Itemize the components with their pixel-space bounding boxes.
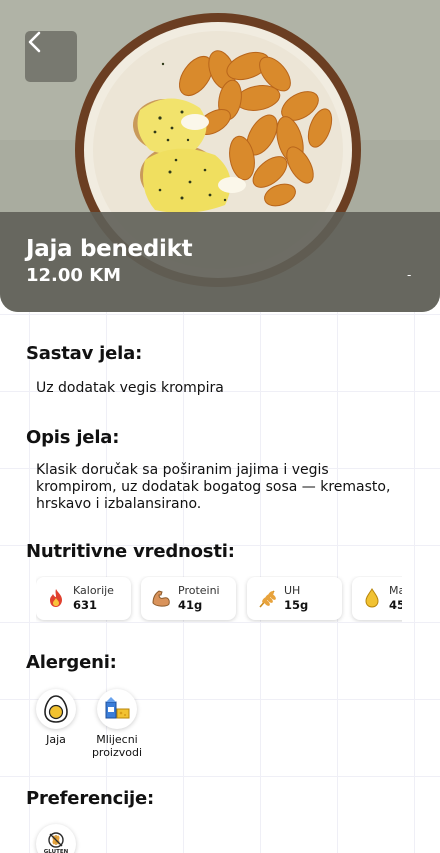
nutrition-label: Proteini — [178, 584, 220, 597]
description-title: Opis jela: — [26, 427, 120, 448]
allergen-label: Jaja — [46, 733, 66, 746]
nutrition-card-carbs: UH 15g — [247, 577, 342, 620]
hero-image: Jaja benedikt 12.00 KM - — [0, 0, 440, 312]
nutrition-card-fat: Ma 45 — [352, 577, 402, 620]
preferences-title: Preferencije: — [26, 788, 155, 809]
nutrition-value: 45 — [389, 598, 402, 612]
allergen-dairy — [97, 689, 137, 729]
egg-icon — [44, 695, 68, 723]
description-text: Klasik doručak sa poširanim jajima i veg… — [36, 462, 391, 512]
dish-price: 12.00 KM — [26, 265, 122, 286]
nutrition-label: Ma — [389, 584, 402, 597]
ingredients-text: Uz dodatak vegis krompira — [36, 380, 224, 396]
nutrition-title: Nutritivne vrednosti: — [26, 541, 235, 562]
allergen-label: Mlijecni proizvodi — [91, 733, 143, 759]
nutrition-card-calories: Kalorije 631 — [36, 577, 131, 620]
nutrition-card-protein: Proteini 41g — [141, 577, 236, 620]
preference-gluten-free: GLUTEN FREE — [36, 824, 76, 853]
wheat-icon — [259, 590, 276, 608]
flame-icon — [50, 589, 62, 607]
ingredients-title: Sastav jela: — [26, 343, 143, 364]
dairy-icon — [105, 697, 130, 719]
allergen-egg — [36, 689, 76, 729]
nutrition-label: Kalorije — [73, 584, 114, 597]
back-button[interactable] — [25, 31, 77, 82]
gluten-free-text: GLUTEN — [44, 849, 69, 853]
dish-name: Jaja benedikt — [26, 236, 193, 262]
nutrition-label: UH — [284, 584, 301, 597]
dash-mark: - — [407, 268, 412, 282]
title-overlay — [0, 212, 440, 312]
nutrition-cards[interactable]: Kalorije 631 Proteini 41g UH 15g Ma 45 — [36, 576, 402, 622]
chevron-left-icon — [28, 31, 41, 53]
nutrition-value: 41g — [178, 598, 203, 612]
oil-drop-icon — [365, 588, 379, 608]
muscle-icon — [152, 590, 170, 607]
nutrition-value: 631 — [73, 598, 98, 612]
nutrition-value: 15g — [284, 598, 309, 612]
allergens-title: Alergeni: — [26, 652, 117, 673]
gluten-free-icon: GLUTEN FREE — [44, 832, 69, 853]
